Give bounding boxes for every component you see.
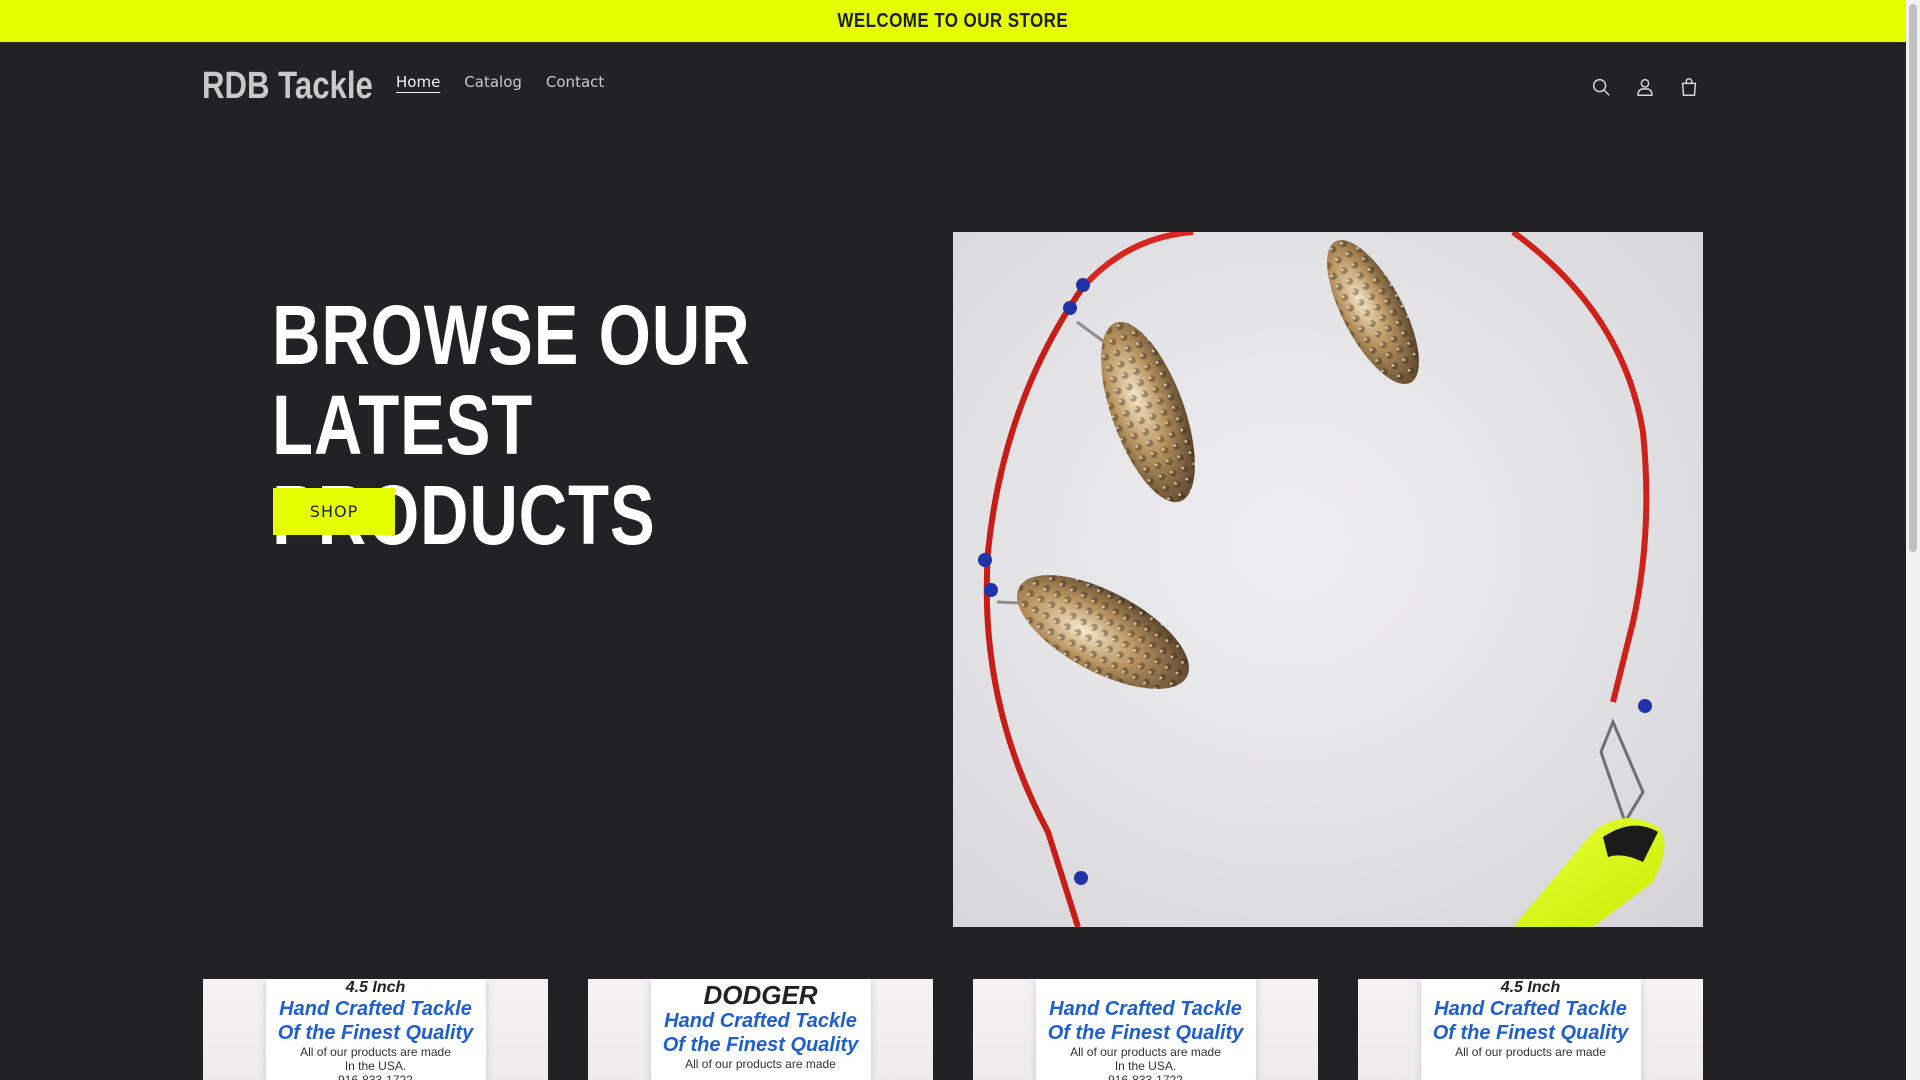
product-label: DODGER Hand Crafted Tackle Of the Finest… <box>650 979 871 1080</box>
page-scrollbar[interactable] <box>1906 0 1920 1080</box>
nav-catalog[interactable]: Catalog <box>452 73 534 91</box>
nav-home[interactable]: Home <box>384 73 452 91</box>
scrollbar-thumb[interactable] <box>1909 4 1917 552</box>
nav-contact[interactable]: Contact <box>534 73 616 91</box>
product-size: 4.5 Inch <box>345 979 406 996</box>
product-phone: 916-833-1722 <box>1108 1073 1183 1080</box>
product-brand-line: Hand Crafted Tackle <box>1049 998 1242 1020</box>
product-size: DODGER <box>703 980 818 1010</box>
announcement-text: WELCOME TO OUR STORE <box>837 9 1069 32</box>
product-card[interactable]: Hand Crafted Tackle Of the Finest Qualit… <box>973 979 1318 1080</box>
hero-image <box>953 232 1703 927</box>
product-note: All of our products are made <box>300 1045 451 1059</box>
product-brand-line: Of the Finest Quality <box>1432 1022 1629 1044</box>
product-note: In the USA. <box>344 1059 407 1073</box>
search-icon[interactable] <box>1585 71 1617 103</box>
main-nav: Home Catalog Contact <box>384 73 616 91</box>
product-note: In the USA. <box>1114 1059 1177 1073</box>
product-brand-line: Of the Finest Quality <box>277 1022 474 1044</box>
header-icons <box>1585 71 1705 103</box>
product-brand-line: Of the Finest Quality <box>1047 1022 1244 1044</box>
product-card[interactable]: 4.5 Inch Hand Crafted Tackle Of the Fine… <box>203 979 548 1080</box>
product-note: All of our products are made <box>685 1057 836 1071</box>
product-label: 4.5 Inch Hand Crafted Tackle Of the Fine… <box>1420 979 1641 1080</box>
product-note: All of our products are made <box>1070 1045 1221 1059</box>
product-card[interactable]: DODGER Hand Crafted Tackle Of the Finest… <box>588 979 933 1080</box>
site-header: RDB Tackle Home Catalog Contact <box>0 43 1906 129</box>
product-card[interactable]: 4.5 Inch Hand Crafted Tackle Of the Fine… <box>1358 979 1703 1080</box>
product-size <box>1036 979 1256 997</box>
store-logo[interactable]: RDB Tackle <box>202 65 373 108</box>
storefront-page: WELCOME TO OUR STORE RDB Tackle Home Cat… <box>0 0 1920 1080</box>
product-label: Hand Crafted Tackle Of the Finest Qualit… <box>1035 979 1256 1080</box>
account-icon[interactable] <box>1629 71 1661 103</box>
announcement-bar: WELCOME TO OUR STORE <box>0 0 1906 43</box>
product-brand-line: Hand Crafted Tackle <box>279 998 472 1020</box>
product-brand-line: Hand Crafted Tackle <box>664 1010 857 1032</box>
product-size: 4.5 Inch <box>1500 979 1561 996</box>
cart-icon[interactable] <box>1673 71 1705 103</box>
product-label: 4.5 Inch Hand Crafted Tackle Of the Fine… <box>265 979 486 1080</box>
shop-button[interactable]: SHOP <box>273 488 395 535</box>
product-brand-line: Of the Finest Quality <box>662 1034 859 1056</box>
product-note: All of our products are made <box>1455 1045 1606 1059</box>
spinner-rig-illustration <box>978 232 1665 927</box>
product-phone: 916-833-1722 <box>338 1073 413 1080</box>
product-brand-line: Hand Crafted Tackle <box>1434 998 1627 1020</box>
